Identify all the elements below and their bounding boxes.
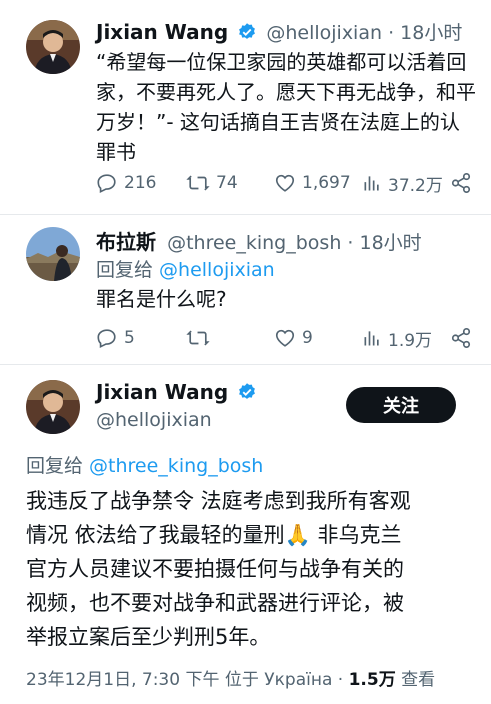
like-button[interactable]: 9 <box>274 323 313 353</box>
reply-prefix: 回复给 <box>26 455 90 477</box>
retweet-icon <box>186 330 210 346</box>
reply-button[interactable]: 5 <box>96 323 135 353</box>
tweet-text-line: 举报立案后至少判刑5年。 <box>26 625 271 649</box>
retweet-count: 74 <box>216 173 238 193</box>
tweet-text-line: “希望每一位保卫家园的英雄都可以活着回 <box>96 50 467 74</box>
views-label: 查看 <box>395 670 436 690</box>
like-icon <box>275 174 295 192</box>
author-name[interactable]: Jixian Wang <box>96 380 228 404</box>
reply-count: 216 <box>124 173 157 193</box>
like-button[interactable]: 1,697 <box>274 168 351 198</box>
verified-badge-icon <box>239 23 256 39</box>
author-handle-time[interactable]: @three_king_bosh · 18小时 <box>167 232 422 254</box>
tweet-text: 我违反了战争禁令 法庭考虑到我所有客观 情况 依法给了我最轻的量刑🙏 非乌克兰 … <box>26 484 486 654</box>
avatar-bosh[interactable] <box>26 227 80 281</box>
reply-count: 5 <box>124 328 135 348</box>
share-button[interactable] <box>450 168 478 198</box>
reply-prefix: 回复给 <box>96 259 160 281</box>
tweet-text-line: 我违反了战争禁令 法庭考虑到我所有客观 <box>26 489 411 513</box>
avatar-jixian-wang[interactable] <box>26 20 80 74</box>
share-icon <box>451 328 471 348</box>
retweet-icon <box>186 175 210 191</box>
tweet-text-line: 情况 依法给了我最轻的量刑🙏 非乌克兰 <box>26 523 402 547</box>
tweet-text: “希望每一位保卫家园的英雄都可以活着回 家，不要再死人了。愿天下再无战争，和平 … <box>96 47 486 167</box>
timestamp-location[interactable]: 23年12月1日, 7:30 下午 位于 Україна · <box>26 670 349 690</box>
retweet-button[interactable] <box>186 323 216 353</box>
reply-icon <box>97 174 116 194</box>
like-count: 9 <box>302 328 313 348</box>
views-icon <box>364 176 379 191</box>
reply-context: 回复给 @hellojixian <box>96 255 275 282</box>
action-bar: 5 9 1.9万 <box>0 323 491 353</box>
author-name[interactable]: Jixian Wang <box>96 20 228 44</box>
like-count: 1,697 <box>302 173 351 193</box>
avatar-jixian-wang[interactable] <box>26 380 80 434</box>
tweet-text-line: 视频，也不要对战争和武器进行评论，被 <box>26 591 404 615</box>
tweet-text: 罪名是什么呢? <box>96 287 227 311</box>
tweet-text-line: 万岁！”- 这句话摘自王吉贤在法庭上的认 <box>96 110 460 134</box>
author-handle-time[interactable]: @hellojixian · 18小时 <box>266 22 462 44</box>
reply-to-link[interactable]: @hellojixian <box>159 259 275 281</box>
author-handle[interactable]: @hellojixian <box>96 409 212 431</box>
views-count: 1.5万 <box>348 670 396 690</box>
tweet-text-line: 罪书 <box>96 140 136 164</box>
tweet-text-line: 家，不要再死人了。愿天下再无战争，和平 <box>96 80 476 104</box>
author-name[interactable]: 布拉斯 <box>96 230 156 254</box>
views-icon <box>364 331 379 346</box>
like-icon <box>275 329 295 347</box>
views-button[interactable]: 1.9万 <box>362 323 432 353</box>
reply-to-link[interactable]: @three_king_bosh <box>89 455 263 477</box>
share-button[interactable] <box>450 323 478 353</box>
retweet-button[interactable]: 74 <box>186 168 238 198</box>
views-count: 37.2万 <box>388 175 443 196</box>
reply-button[interactable]: 216 <box>96 168 156 198</box>
tweet-2[interactable]: 布拉斯 @three_king_bosh · 18小时 回复给 @helloji… <box>0 215 491 365</box>
verified-badge-icon <box>239 383 256 399</box>
views-button[interactable]: 37.2万 <box>362 168 443 198</box>
tweet-3-main[interactable]: Jixian Wang @hellojixian 关注 回复给 @three_k… <box>0 365 491 704</box>
share-icon <box>451 173 471 193</box>
action-bar: 216 74 1,697 37.2万 <box>0 168 491 198</box>
reply-icon <box>97 329 116 349</box>
follow-button[interactable]: 关注 <box>346 387 456 423</box>
views-count: 1.9万 <box>388 330 433 351</box>
reply-context: 回复给 @three_king_bosh <box>26 451 263 478</box>
tweet-text-line: 官方人员建议不要拍摄任何与战争有关的 <box>26 557 404 581</box>
tweet-1[interactable]: Jixian Wang @hellojixian · 18小时 “希望每一位保卫… <box>0 0 491 215</box>
tweet-meta: 23年12月1日, 7:30 下午 位于 Україна · 1.5万 查看 <box>26 665 435 690</box>
